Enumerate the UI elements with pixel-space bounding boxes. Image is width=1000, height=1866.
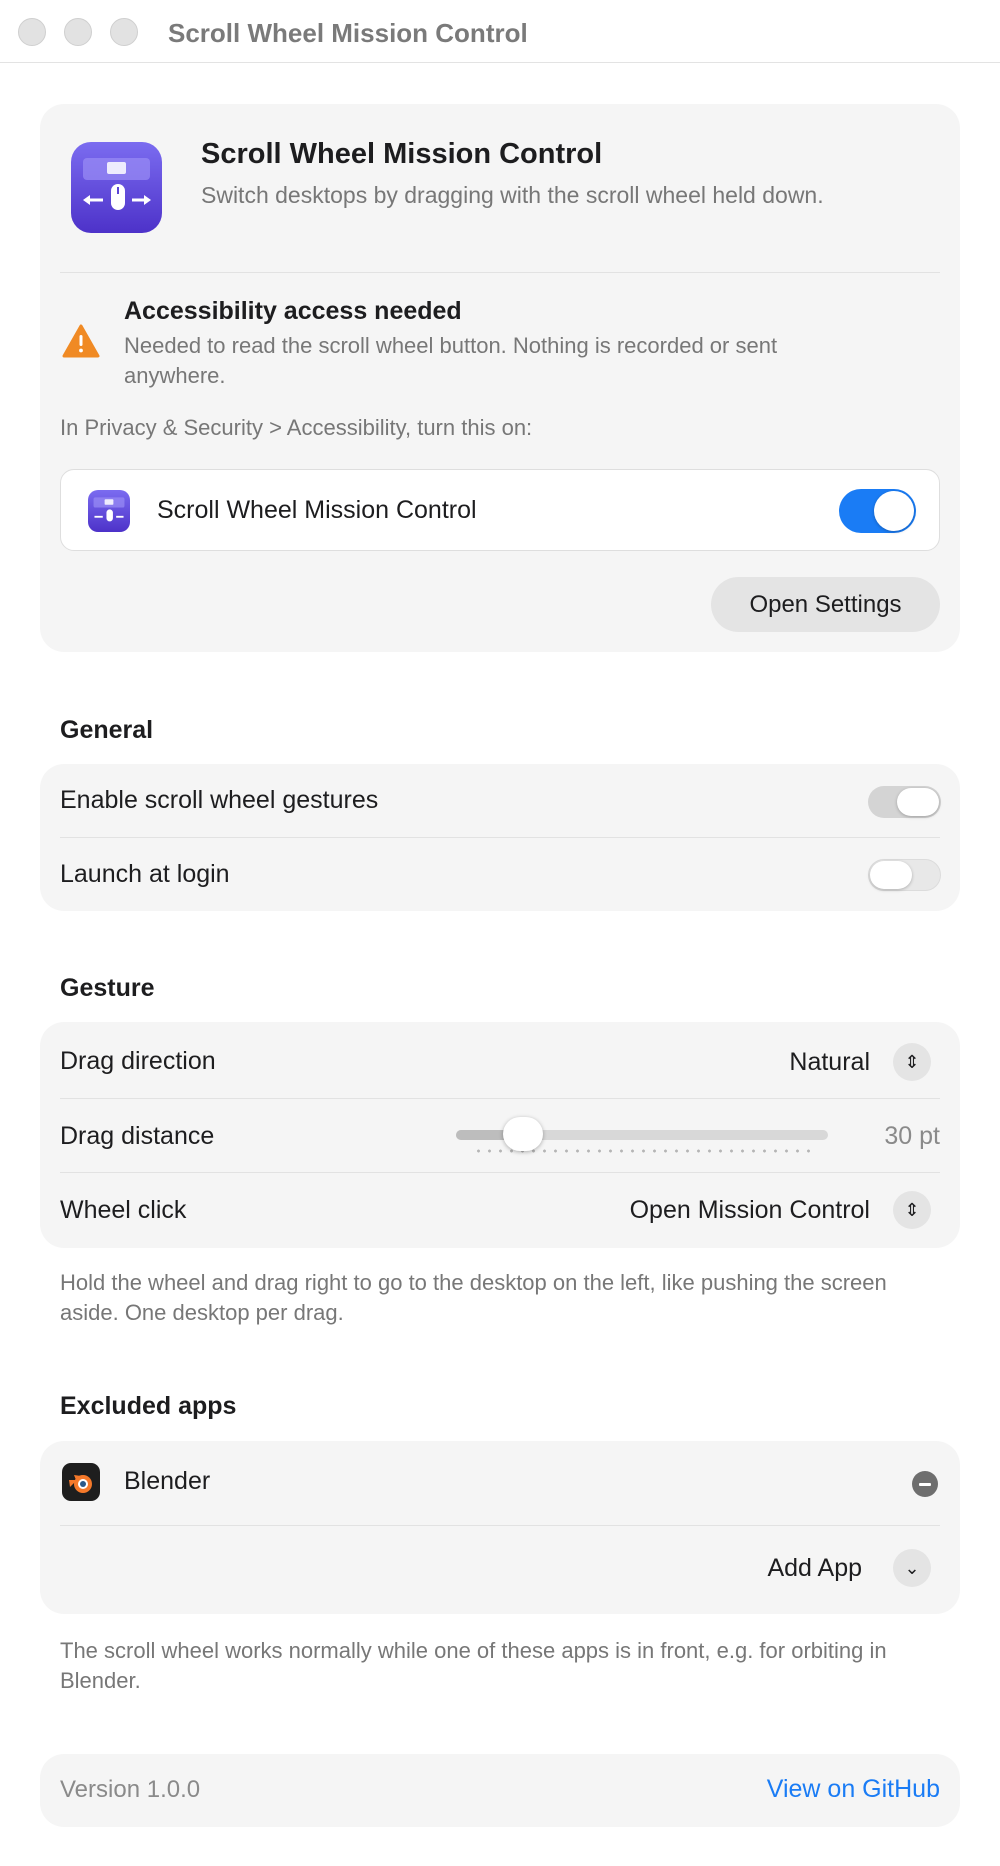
close-window-button[interactable] [18,18,46,46]
warning-icon [62,324,100,358]
general-card: Enable scroll wheel gestures Launch at l… [40,764,960,911]
toggle-knob [870,861,912,889]
drag-direction-stepper[interactable]: ⇕ [893,1043,931,1081]
chevron-updown-icon: ⇕ [904,1052,920,1072]
row-divider [60,1098,940,1099]
launch-at-login-toggle[interactable] [868,859,941,891]
app-title: Scroll Wheel Mission Control [201,138,603,170]
permission-app-label: Scroll Wheel Mission Control [157,496,477,524]
warning-title: Accessibility access needed [124,297,462,325]
row-divider [60,1525,940,1526]
gesture-section-title: Gesture [60,974,155,1002]
app-icon [71,142,162,233]
chevron-down-icon: ⌄ [904,1558,920,1578]
header-divider [60,272,940,273]
row-divider [60,837,940,838]
blender-icon [62,1463,100,1501]
version-label: Version 1.0.0 [60,1776,201,1803]
enable-gestures-label: Enable scroll wheel gestures [60,786,379,814]
app-description: Switch desktops by dragging with the scr… [201,182,824,208]
accessibility-toggle[interactable] [839,489,916,533]
add-app-button[interactable]: ⌄ [893,1549,931,1587]
permission-row: Scroll Wheel Mission Control [60,469,940,551]
drag-direction-label: Drag direction [60,1047,216,1075]
app-icon [88,490,130,532]
open-settings-button[interactable]: Open Settings [711,577,940,632]
toggle-knob [874,491,914,531]
row-divider [60,1172,940,1173]
wheel-click-value[interactable]: Open Mission Control [630,1196,870,1225]
chevron-updown-icon: ⇕ [904,1200,920,1220]
enable-gestures-toggle[interactable] [868,786,941,818]
gesture-footnote: Hold the wheel and drag right to go to t… [60,1270,887,1325]
excluded-footnote: The scroll wheel works normally while on… [60,1638,887,1693]
privacy-hint: In Privacy & Security > Accessibility, t… [60,415,533,440]
add-app-label[interactable]: Add App [767,1554,862,1583]
toggle-knob [897,788,939,816]
drag-distance-label: Drag distance [60,1122,215,1150]
wheel-click-stepper[interactable]: ⇕ [893,1191,931,1229]
drag-direction-value[interactable]: Natural [789,1048,870,1077]
drag-distance-value: 30 pt [884,1122,940,1150]
launch-at-login-label: Launch at login [60,860,230,888]
zoom-window-button[interactable] [110,18,138,46]
title-bar: Scroll Wheel Mission Control [0,0,1000,63]
excluded-apps-card: Blender Add App ⌄ [40,1441,960,1614]
general-section-title: General [60,716,154,744]
wheel-click-label: Wheel click [60,1196,187,1224]
slider-thumb[interactable] [502,1117,543,1151]
remove-app-button[interactable] [912,1471,938,1497]
header-card: Scroll Wheel Mission Control Switch desk… [40,104,960,652]
gesture-card: Drag direction Natural ⇕ Drag distance 3… [40,1022,960,1248]
github-link[interactable]: View on GitHub [767,1775,940,1804]
footer-card: Version 1.0.0 View on GitHub [40,1754,960,1827]
window-title: Scroll Wheel Mission Control [168,18,528,48]
minimize-window-button[interactable] [64,18,92,46]
warning-text: Needed to read the scroll wheel button. … [124,333,778,388]
excluded-app-name: Blender [124,1467,211,1495]
excluded-section-title: Excluded apps [60,1392,237,1420]
